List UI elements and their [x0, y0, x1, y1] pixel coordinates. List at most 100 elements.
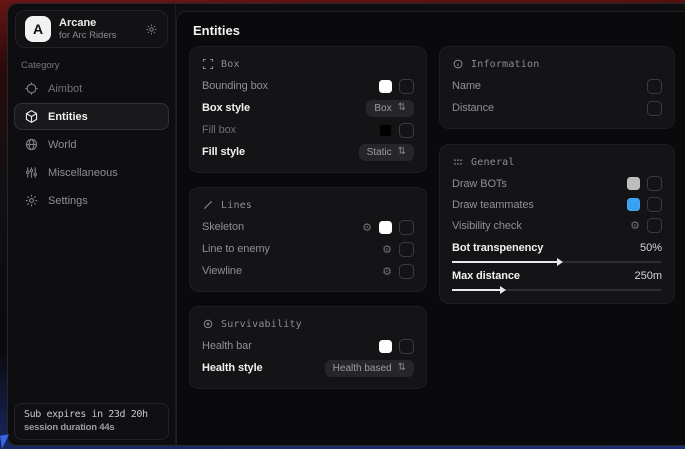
brand-card: A Arcane for Arc Riders — [15, 10, 168, 48]
sidebar-item-entities[interactable]: Entities — [14, 103, 169, 130]
arcane-menu-window: A Arcane for Arc Riders Category — [7, 3, 685, 446]
box-style-select[interactable]: Box ⇅ — [366, 100, 414, 117]
sidebar: A Arcane for Arc Riders Category — [8, 4, 176, 445]
gear-icon[interactable] — [145, 23, 158, 36]
row-label: Viewline — [202, 265, 242, 277]
setting-row: Viewline ⚙ — [202, 260, 414, 282]
slider-thumb[interactable] — [557, 258, 563, 266]
globe-icon — [24, 137, 39, 152]
settings-columns: Box Bounding box Box style Box — [189, 46, 675, 389]
sidebar-item-world[interactable]: World — [14, 131, 169, 158]
draw-bots-checkbox[interactable] — [647, 176, 662, 191]
card-title: Lines — [221, 200, 252, 211]
slider-fill — [452, 261, 557, 263]
color-swatch[interactable] — [379, 80, 392, 93]
setting-row: Visibility check ⚙ — [452, 215, 662, 236]
row-label: Fill style — [202, 146, 245, 158]
general-card-header: General — [452, 153, 662, 171]
updown-arrows-icon: ⇅ — [398, 363, 406, 373]
information-card-header: Information — [452, 55, 662, 73]
row-label: Draw teammates — [452, 199, 534, 211]
avatar: A — [25, 16, 51, 42]
viewline-checkbox[interactable] — [399, 264, 414, 279]
distance-checkbox[interactable] — [647, 101, 662, 116]
color-swatch[interactable] — [379, 221, 392, 234]
setting-row: Box style Box ⇅ — [202, 97, 414, 119]
box-card: Box Bounding box Box style Box — [189, 46, 427, 173]
row-label: Name — [452, 80, 481, 92]
card-title: General — [471, 157, 515, 168]
slider-thumb[interactable] — [500, 286, 506, 294]
sidebar-item-miscellaneous[interactable]: Miscellaneous — [14, 159, 169, 186]
gear-icon[interactable]: ⚙ — [382, 244, 392, 255]
card-title: Information — [471, 59, 539, 70]
lines-card: Lines Skeleton ⚙ Line to enemy ⚙ — [189, 187, 427, 292]
max-distance-slider[interactable] — [452, 289, 662, 291]
brand-name: Arcane — [59, 17, 117, 29]
left-column: Box Bounding box Box style Box — [189, 46, 427, 389]
survivability-card: Survivability Health bar Health style — [189, 306, 427, 389]
gear-icon[interactable]: ⚙ — [382, 266, 392, 277]
sliders-icon — [24, 165, 39, 180]
draw-teammates-checkbox[interactable] — [647, 197, 662, 212]
sidebar-item-label: Aimbot — [48, 83, 82, 95]
survivability-card-header: Survivability — [202, 315, 414, 333]
category-label: Category — [21, 60, 60, 71]
sidebar-nav: Aimbot Entities World — [14, 75, 169, 215]
sidebar-item-aimbot[interactable]: Aimbot — [14, 75, 169, 102]
sidebar-item-settings[interactable]: Settings — [14, 187, 169, 214]
scan-brackets-icon — [202, 58, 214, 70]
name-checkbox[interactable] — [647, 79, 662, 94]
visibility-check-checkbox[interactable] — [647, 218, 662, 233]
bot-transparency-slider[interactable] — [452, 261, 662, 263]
color-swatch[interactable] — [627, 198, 640, 211]
row-label: Skeleton — [202, 221, 244, 233]
diagonal-line-icon — [202, 199, 214, 211]
health-bar-checkbox[interactable] — [399, 339, 414, 354]
row-label: Line to enemy — [202, 243, 270, 255]
max-distance-setting: Max distance 250m — [452, 266, 662, 291]
slider-fill — [452, 289, 500, 291]
row-label: Distance — [452, 102, 494, 114]
updown-arrows-icon: ⇅ — [398, 147, 406, 157]
gear-icon — [24, 193, 39, 208]
row-label: Bounding box — [202, 80, 268, 92]
row-label: Bot transpenency — [452, 242, 543, 254]
information-card: Information Name Distance — [439, 46, 675, 129]
select-value: Health based — [333, 363, 392, 374]
brand-subtitle: for Arc Riders — [59, 30, 117, 41]
color-swatch[interactable] — [379, 340, 392, 353]
gear-icon[interactable]: ⚙ — [630, 220, 640, 231]
sidebar-item-label: Miscellaneous — [48, 167, 118, 179]
cube-icon — [24, 109, 39, 124]
setting-row: Health bar — [202, 335, 414, 357]
right-column: Information Name Distance — [439, 46, 675, 389]
main-panel: Entities Box Bounding box — [176, 11, 685, 445]
row-label: Box style — [202, 102, 250, 114]
fill-style-select[interactable]: Static ⇅ — [359, 144, 414, 161]
brand-text: Arcane for Arc Riders — [59, 17, 117, 41]
gear-icon[interactable]: ⚙ — [362, 222, 372, 233]
select-value: Box — [374, 103, 391, 114]
updown-arrows-icon: ⇅ — [398, 103, 406, 113]
color-swatch[interactable] — [379, 124, 392, 137]
subscription-info: Sub expires in 23d 20h session duration … — [14, 403, 169, 440]
info-icon — [452, 58, 464, 70]
setting-row: Bounding box — [202, 75, 414, 97]
sidebar-item-label: Settings — [48, 195, 88, 207]
skeleton-checkbox[interactable] — [399, 220, 414, 235]
health-style-select[interactable]: Health based ⇅ — [325, 360, 414, 377]
grid-dots-icon — [452, 156, 464, 168]
sidebar-item-label: Entities — [48, 111, 88, 123]
fill-box-checkbox[interactable] — [399, 123, 414, 138]
setting-row: Health style Health based ⇅ — [202, 357, 414, 379]
bot-transparency-setting: Bot transpenency 50% — [452, 238, 662, 263]
line-to-enemy-checkbox[interactable] — [399, 242, 414, 257]
row-label: Visibility check — [452, 220, 522, 232]
slider-value: 50% — [640, 242, 662, 254]
sidebar-item-label: World — [48, 139, 77, 151]
bounding-box-checkbox[interactable] — [399, 79, 414, 94]
health-circle-icon — [202, 318, 214, 330]
color-swatch[interactable] — [627, 177, 640, 190]
setting-row: Name — [452, 75, 662, 97]
